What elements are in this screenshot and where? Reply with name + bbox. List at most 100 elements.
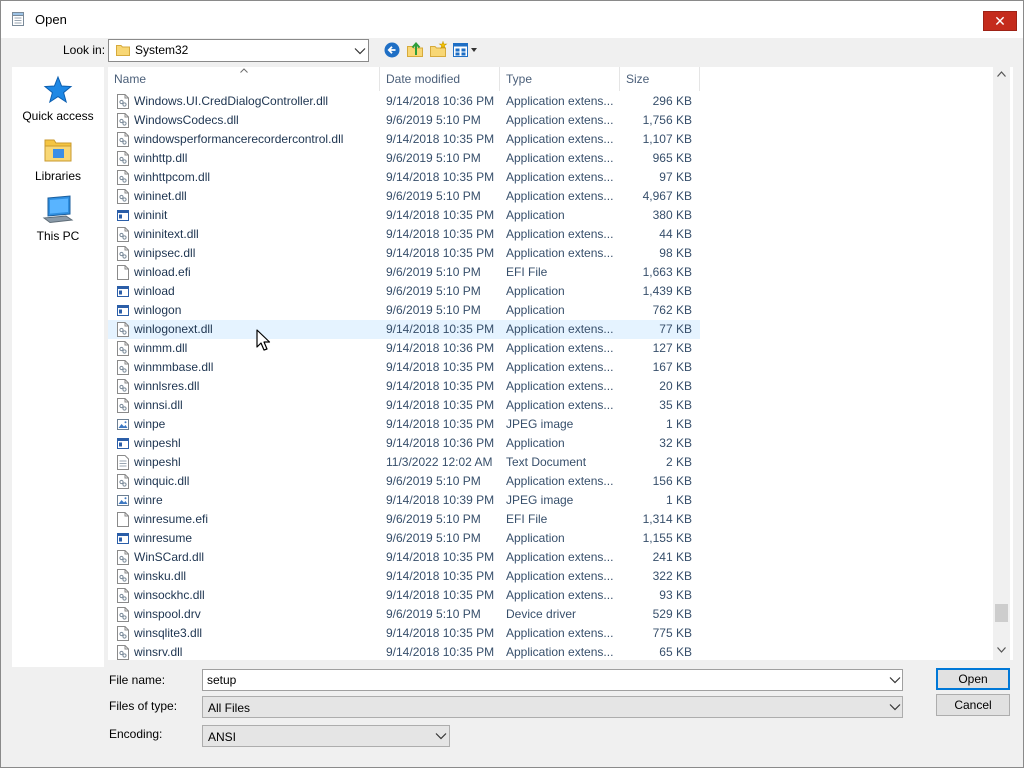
encoding-select[interactable]: ANSI (202, 725, 450, 747)
file-row[interactable]: winmm.dll 9/14/2018 10:36 PM Application e… (108, 339, 700, 358)
up-folder-icon[interactable] (407, 41, 423, 57)
place-quick-access[interactable]: Quick access (12, 75, 104, 123)
column-header-type[interactable]: Type (500, 67, 620, 91)
chevron-down-icon[interactable] (889, 703, 901, 711)
file-row[interactable]: winpeshl 9/14/2018 10:36 PM Application 32 … (108, 434, 700, 453)
column-header-label: Name (114, 72, 147, 86)
file-name: winhttpcom.dll (134, 170, 211, 184)
open-button[interactable]: Open (936, 668, 1010, 690)
file-name: winhttp.dll (134, 151, 188, 165)
file-size: 1,756 KB (642, 113, 692, 127)
file-row[interactable]: wininit 9/14/2018 10:35 PM Application 380 … (108, 206, 700, 225)
view-menu-icon[interactable] (453, 42, 479, 58)
file-size: 156 KB (652, 474, 692, 488)
chevron-down-icon[interactable] (889, 676, 901, 684)
place-libraries[interactable]: Libraries (12, 135, 104, 183)
cancel-button[interactable]: Cancel (936, 694, 1010, 716)
file-name: WinSCard.dll (134, 550, 205, 564)
file-size: 2 KB (665, 455, 692, 469)
look-in-combo[interactable]: System32 (108, 39, 369, 62)
file-type: EFI File (506, 512, 548, 526)
chevron-down-icon[interactable] (435, 732, 447, 740)
file-row[interactable]: winresume.efi 9/6/2019 5:10 PM EFI File 1,3… (108, 510, 700, 529)
file-row[interactable]: winload 9/6/2019 5:10 PM Application 1,439 … (108, 282, 700, 301)
open-dialog: Open ✕ Look in: System32 Quick access Li… (0, 0, 1024, 768)
file-row[interactable]: WinSCard.dll 9/14/2018 10:35 PM Applicatio… (108, 548, 700, 567)
file-name: winquic.dll (134, 474, 190, 488)
file-row[interactable]: winsockhc.dll 9/14/2018 10:35 PM Applicati… (108, 586, 700, 605)
file-row[interactable]: winhttp.dll 9/6/2019 5:10 PM Application e… (108, 149, 700, 168)
file-row[interactable]: Windows.UI.CredDialogController.dll 9/14/… (108, 92, 700, 111)
dll-file-icon (117, 398, 129, 413)
column-header-name[interactable]: Name (108, 67, 380, 91)
file-name-value: setup (207, 673, 237, 687)
file-row[interactable]: winnlsres.dll 9/14/2018 10:35 PM Applicati… (108, 377, 700, 396)
file-type: Application extens... (506, 398, 614, 412)
file-row[interactable]: winpeshl 11/3/2022 12:02 AM Text Document 2… (108, 453, 700, 472)
file-type: Application extens... (506, 132, 614, 146)
file-list[interactable]: Name Date modified Type Size Windows.UI.… (108, 67, 1013, 660)
file-row[interactable]: winipsec.dll 9/14/2018 10:35 PM Applicatio… (108, 244, 700, 263)
scroll-down-icon[interactable] (997, 647, 1006, 653)
file-date-modified: 9/14/2018 10:35 PM (386, 588, 495, 602)
files-of-type-label: Files of type: (109, 699, 178, 713)
new-folder-icon[interactable] (430, 41, 448, 57)
file-name: winpe (134, 417, 166, 431)
file-name: winsockhc.dll (134, 588, 205, 602)
file-date-modified: 9/6/2019 5:10 PM (386, 303, 481, 317)
file-type: Application extens... (506, 94, 614, 108)
file-date-modified: 9/14/2018 10:35 PM (386, 208, 495, 222)
file-row[interactable]: WindowsCodecs.dll 9/6/2019 5:10 PM Applica… (108, 111, 700, 130)
file-type: JPEG image (506, 417, 574, 431)
file-row[interactable]: wininet.dll 9/6/2019 5:10 PM Application e… (108, 187, 700, 206)
mouse-cursor-icon (256, 329, 271, 351)
vertical-scrollbar[interactable] (993, 67, 1010, 660)
image-file-icon (117, 417, 129, 432)
application-icon (117, 436, 129, 451)
dll-file-icon (117, 94, 129, 109)
file-name-input[interactable]: setup (202, 669, 903, 691)
file-row[interactable]: winsrv.dll 9/14/2018 10:35 PM Application … (108, 643, 700, 660)
dll-file-icon (117, 474, 129, 489)
application-icon (117, 208, 129, 223)
back-icon[interactable] (384, 42, 400, 58)
column-header-date[interactable]: Date modified (380, 67, 500, 91)
file-date-modified: 9/14/2018 10:35 PM (386, 645, 495, 659)
scroll-up-icon[interactable] (997, 71, 1006, 77)
file-row[interactable]: winsku.dll 9/14/2018 10:35 PM Application … (108, 567, 700, 586)
file-row[interactable]: winquic.dll 9/6/2019 5:10 PM Application e… (108, 472, 700, 491)
application-icon (117, 531, 129, 546)
file-row[interactable]: winlogon 9/6/2019 5:10 PM Application 762 K… (108, 301, 700, 320)
file-row[interactable]: wininitext.dll 9/14/2018 10:35 PM Applicat… (108, 225, 700, 244)
file-name: winresume.efi (134, 512, 209, 526)
close-icon: ✕ (994, 13, 1006, 29)
column-header-size[interactable]: Size (620, 67, 700, 91)
file-row[interactable]: winload.efi 9/6/2019 5:10 PM EFI File 1,663… (108, 263, 700, 282)
file-row[interactable]: winhttpcom.dll 9/14/2018 10:35 PM Applicat… (108, 168, 700, 187)
file-type: JPEG image (506, 493, 574, 507)
libraries-icon (44, 139, 72, 162)
file-row[interactable]: winpe 9/14/2018 10:35 PM JPEG image 1 KB (108, 415, 700, 434)
title-bar[interactable]: Open ✕ (1, 1, 1023, 38)
files-of-type-select[interactable]: All Files (202, 696, 903, 718)
close-button[interactable]: ✕ (983, 11, 1017, 31)
file-type: Application extens... (506, 474, 614, 488)
file-row[interactable]: winspool.drv 9/6/2019 5:10 PM Device drive… (108, 605, 700, 624)
file-icon (117, 265, 129, 280)
file-row[interactable]: winre 9/14/2018 10:39 PM JPEG image 1 KB (108, 491, 700, 510)
file-size: 775 KB (652, 626, 692, 640)
image-file-icon (117, 493, 129, 508)
file-row[interactable]: winlogonext.dll 9/14/2018 10:35 PM Applica… (108, 320, 700, 339)
places-bar: Quick access Libraries This PC (12, 67, 104, 667)
file-date-modified: 9/6/2019 5:10 PM (386, 607, 481, 621)
chevron-down-icon[interactable] (354, 47, 366, 55)
files-of-type-value: All Files (208, 701, 251, 715)
file-row[interactable]: winresume 9/6/2019 5:10 PM Application 1,15… (108, 529, 700, 548)
file-row[interactable]: winnsi.dll 9/14/2018 10:35 PM Application … (108, 396, 700, 415)
file-row[interactable]: winmmbase.dll 9/14/2018 10:35 PM Applicati… (108, 358, 700, 377)
scroll-thumb[interactable] (995, 604, 1008, 622)
file-row[interactable]: windowsperformancerecordercontrol.dll 9/1… (108, 130, 700, 149)
place-this-pc[interactable]: This PC (12, 195, 104, 243)
dll-file-icon (117, 151, 129, 166)
file-row[interactable]: winsqlite3.dll 9/14/2018 10:35 PM Applicat… (108, 624, 700, 643)
